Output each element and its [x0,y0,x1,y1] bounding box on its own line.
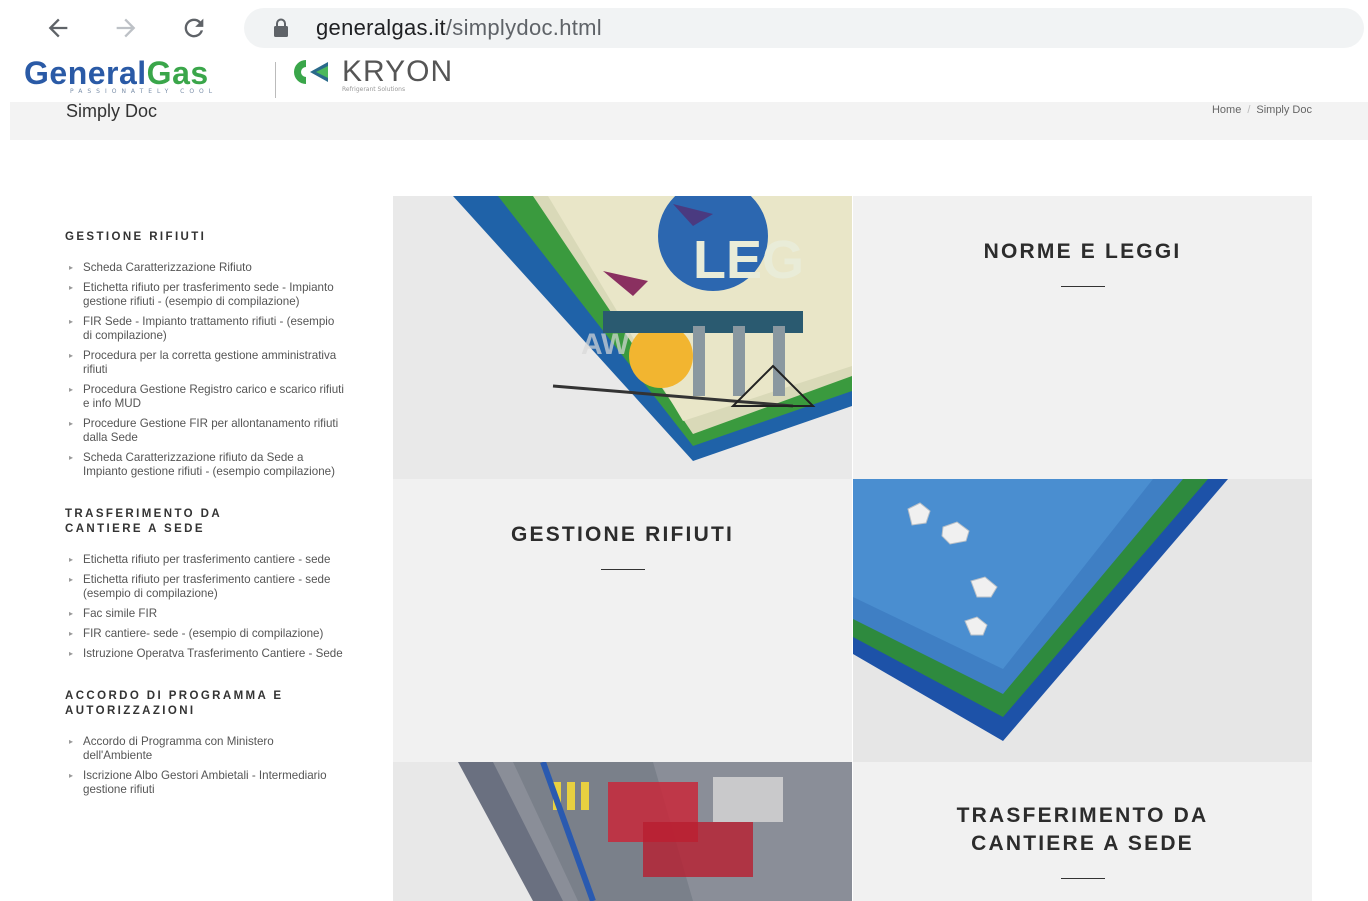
sidebar-link[interactable]: Etichetta rifiuto per trasferimento cant… [65,553,345,567]
sidebar-link[interactable]: FIR Sede - Impianto trattamento rifiuti … [65,315,345,343]
norme-leggi-tile[interactable]: NORME E LEGGI [853,196,1312,479]
page-title-bar: Simply Doc Home / Simply Doc [10,102,1368,140]
category-grid: LEG AW NORME E LEGGI GESTIONE RIFIUTI TR… [393,196,1312,901]
traffic-illustration [393,762,852,901]
sidebar-link[interactable]: Iscrizione Albo Gestori Ambietali - Inte… [65,769,345,797]
logo-divider [275,62,276,98]
arrow-left-icon [48,18,68,38]
site-header: GeneralGas PASSIONATELY COOL KRYON Refri… [0,56,1368,102]
sidebar-section-trasferimento: TRASFERIMENTO DA CANTIERE A SEDE Etichet… [65,507,345,661]
sidebar-link[interactable]: Fac simile FIR [65,607,345,621]
generalgas-logo[interactable]: GeneralGas PASSIONATELY COOL [24,56,217,95]
lock-icon [274,18,288,37]
sidebar-heading: TRASFERIMENTO DA CANTIERE A SEDE [65,508,222,535]
sidebar-link[interactable]: Accordo di Programma con Ministero dell'… [65,735,345,763]
tile-title: NORME E LEGGI [983,240,1182,263]
sidebar-heading: ACCORDO DI PROGRAMMA E AUTORIZZAZIONI [65,690,284,717]
sidebar-link[interactable]: Procedura Gestione Registro carico e sca… [65,383,345,411]
sidebar-link[interactable]: Etichetta rifiuto per trasferimento cant… [65,573,345,601]
reload-icon [184,18,204,38]
sidebar-link[interactable]: Istruzione Operatva Trasferimento Cantie… [65,647,345,661]
sidebar-link[interactable]: Etichetta rifiuto per trasferimento sede… [65,281,345,309]
tile-divider [600,569,645,570]
breadcrumb: Home / Simply Doc [1211,104,1312,116]
sidebar-section-gestione: GESTIONE RIFIUTI Scheda Caratterizzazion… [65,230,345,479]
legal-image-tile[interactable]: LEG AW [393,196,852,479]
back-button[interactable] [38,8,78,48]
kryon-mark-icon [294,60,328,84]
sidebar-heading: GESTIONE RIFIUTI [65,231,207,243]
traffic-image-tile[interactable] [393,762,852,901]
sidebar-link[interactable]: Procedure Gestione FIR per allontanament… [65,417,345,445]
browser-toolbar: generalgas.it/simplydoc.html [0,0,1368,56]
page-title: Simply Doc [66,101,158,121]
legal-illustration: LEG AW [393,196,852,479]
breadcrumb-home[interactable]: Home [1212,104,1241,116]
tile-title: GESTIONE RIFIUTI [510,523,735,546]
tile-title: TRASFERIMENTO DA CANTIERE A SEDE [956,804,1209,855]
address-bar[interactable]: generalgas.it/simplydoc.html [244,8,1364,48]
legal-text: LEG [693,230,804,290]
trasferimento-tile[interactable]: TRASFERIMENTO DA CANTIERE A SEDE [853,762,1312,901]
tile-divider [1060,878,1105,879]
tile-divider [1060,286,1105,287]
gestione-rifiuti-tile[interactable]: GESTIONE RIFIUTI [393,479,852,762]
reload-button[interactable] [174,8,214,48]
sidebar-link[interactable]: Procedura per la corretta gestione ammin… [65,349,345,377]
url-text: generalgas.it/simplydoc.html [316,15,602,40]
sidebar-section-accordo: ACCORDO DI PROGRAMMA E AUTORIZZAZIONI Ac… [65,689,345,797]
waste-image-tile[interactable] [853,479,1312,762]
arrow-right-icon [116,18,136,38]
sidebar-link[interactable]: Scheda Caratterizzazione rifiuto da Sede… [65,451,345,479]
legal-text-2: AW [581,328,630,361]
sidebar: GESTIONE RIFIUTI Scheda Caratterizzazion… [65,230,345,825]
sidebar-link[interactable]: Scheda Caratterizzazione Rifiuto [65,261,345,275]
breadcrumb-current: Simply Doc [1256,104,1312,116]
sidebar-link[interactable]: FIR cantiere- sede - (esempio di compila… [65,627,345,641]
kryon-logo[interactable]: KRYON Refrigerant Solutions [292,56,453,93]
waste-illustration [853,479,1312,762]
forward-button[interactable] [106,8,146,48]
